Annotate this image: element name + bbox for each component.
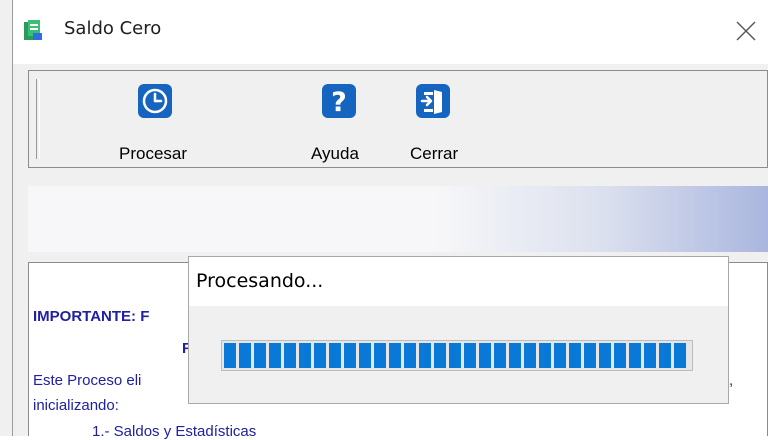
progress-segment (509, 343, 521, 368)
help-question-icon: ? (322, 84, 356, 118)
progress-segment (254, 343, 266, 368)
progress-segment (569, 343, 581, 368)
progress-segment (284, 343, 296, 368)
green-document-icon (24, 20, 42, 40)
cerrar-button[interactable]: Cerrar (407, 77, 487, 163)
progress-segment (659, 343, 671, 368)
progress-segment (614, 343, 626, 368)
progress-segment (314, 343, 326, 368)
window-title: Saldo Cero (64, 18, 162, 39)
progress-segment (434, 343, 446, 368)
dialog-title: Procesando... (196, 270, 324, 292)
progress-fill (224, 343, 690, 368)
svg-text:?: ? (331, 87, 347, 118)
procesar-label: Procesar (119, 144, 188, 163)
progress-segment (239, 343, 251, 368)
progress-segment (269, 343, 281, 368)
clock-icon (138, 84, 172, 118)
progress-segment (584, 343, 596, 368)
progress-segment (329, 343, 341, 368)
progress-segment (374, 343, 386, 368)
progress-segment (674, 343, 686, 368)
exit-door-icon (416, 84, 450, 118)
progress-segment (539, 343, 551, 368)
procesar-button[interactable]: Procesar (119, 77, 209, 163)
progress-segment (449, 343, 461, 368)
description-line-1: Este Proceso eli (33, 372, 142, 389)
cerrar-label: Cerrar (410, 144, 459, 163)
progress-bar (221, 340, 693, 371)
progress-segment (464, 343, 476, 368)
progress-segment (404, 343, 416, 368)
progress-segment (629, 343, 641, 368)
progress-segment (344, 343, 356, 368)
description-line-1-end: , (729, 372, 734, 389)
important-text: IMPORTANTE: F (33, 308, 149, 325)
progress-segment (644, 343, 656, 368)
desktop-background (0, 0, 12, 436)
header-gradient-band (28, 186, 768, 252)
ayuda-label: Ayuda (311, 144, 359, 163)
important-label: IMPORTANTE: (33, 308, 137, 325)
description-line-2: inicializando: (33, 397, 119, 414)
progress-segment (599, 343, 611, 368)
progress-segment (554, 343, 566, 368)
description-line-3: 1.- Saldos y Estadísticas (92, 423, 257, 440)
progress-segment (419, 343, 431, 368)
ayuda-button[interactable]: ? Ayuda (299, 77, 379, 163)
important-fragment: F (140, 308, 150, 325)
toolbar: Procesar ? Ayuda Cerrar (28, 70, 768, 168)
progress-segment (224, 343, 236, 368)
progress-segment (389, 343, 401, 368)
progress-segment (359, 343, 371, 368)
progress-segment (299, 343, 311, 368)
progress-segment (524, 343, 536, 368)
close-icon[interactable] (733, 18, 759, 44)
progress-segment (494, 343, 506, 368)
progress-segment (479, 343, 491, 368)
